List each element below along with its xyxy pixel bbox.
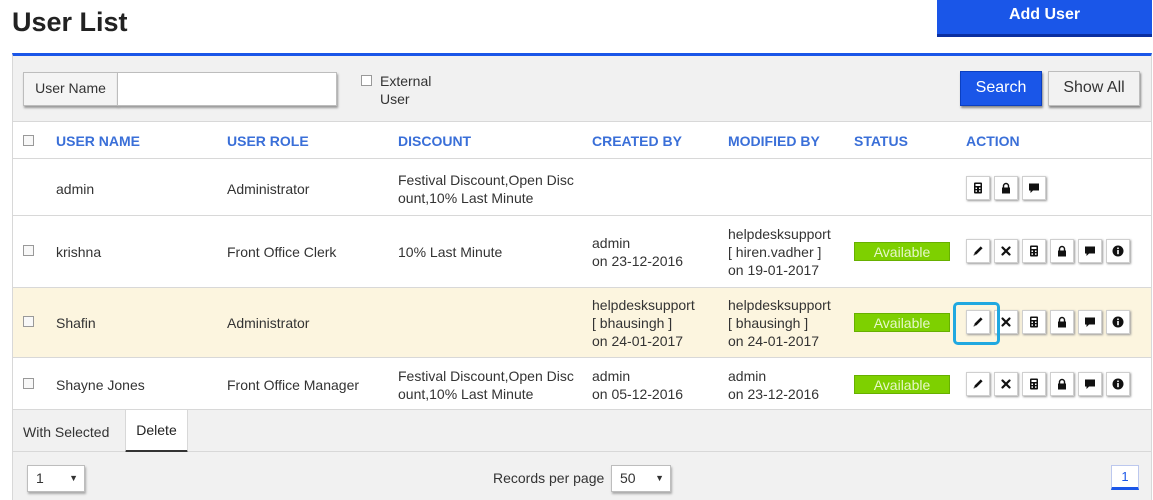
calculator-icon[interactable] bbox=[1022, 239, 1046, 263]
modified-by: admin on 23-12-2016 bbox=[728, 368, 820, 402]
row-checkbox[interactable] bbox=[23, 378, 34, 389]
user-name: Shafin bbox=[56, 315, 96, 331]
row-checkbox[interactable] bbox=[23, 316, 34, 327]
pencil-icon[interactable] bbox=[966, 239, 990, 263]
user-role: Administrator bbox=[227, 315, 310, 331]
lock-icon[interactable] bbox=[1050, 239, 1074, 263]
filter-bar: User Name External User Search Show All bbox=[13, 56, 1151, 122]
info-icon[interactable] bbox=[1106, 372, 1130, 396]
username-label: User Name bbox=[23, 72, 118, 106]
row-actions bbox=[966, 239, 1130, 263]
status-badge: Available bbox=[854, 375, 950, 394]
created-by: helpdesksupport[ bhausingh ] on 24-01-201… bbox=[592, 297, 695, 349]
row-actions bbox=[966, 176, 1046, 200]
calculator-icon[interactable] bbox=[966, 176, 990, 200]
user-list-panel: User Name External User Search Show All … bbox=[12, 53, 1152, 500]
page-number-button[interactable]: 1 bbox=[1111, 465, 1139, 490]
pencil-icon[interactable] bbox=[966, 372, 990, 396]
user-role: Front Office Clerk bbox=[227, 244, 337, 260]
col-created-by[interactable]: CREATED BY bbox=[592, 133, 682, 149]
created-by: admin on 23-12-2016 bbox=[592, 235, 684, 269]
username-input[interactable] bbox=[117, 72, 337, 106]
search-button[interactable]: Search bbox=[960, 71, 1042, 106]
records-per-page-select[interactable]: 50 ▼ bbox=[611, 465, 671, 492]
col-discount[interactable]: DISCOUNT bbox=[398, 133, 471, 149]
comment-icon[interactable] bbox=[1022, 176, 1046, 200]
modified-by: helpdesksupport[ hiren.vadher ] on 19-01-… bbox=[728, 226, 831, 278]
table-row: Shayne Jones Front Office Manager Festiv… bbox=[13, 358, 1151, 410]
delete-selected-button[interactable]: Delete bbox=[125, 410, 188, 453]
user-name: Shayne Jones bbox=[56, 377, 145, 393]
comment-icon[interactable] bbox=[1078, 372, 1102, 396]
calculator-icon[interactable] bbox=[1022, 372, 1046, 396]
info-icon[interactable] bbox=[1106, 310, 1130, 334]
delete-icon[interactable] bbox=[994, 239, 1018, 263]
discount: 10% Last Minute bbox=[398, 244, 503, 260]
col-user-name[interactable]: USER NAME bbox=[56, 133, 140, 149]
page-select[interactable]: 1 ▼ bbox=[27, 465, 85, 492]
created-by: admin on 05-12-2016 bbox=[592, 368, 684, 402]
col-modified-by[interactable]: MODIFIED BY bbox=[728, 133, 820, 149]
table-row: krishna Front Office Clerk 10% Last Minu… bbox=[13, 216, 1151, 288]
user-name: krishna bbox=[56, 244, 102, 260]
external-user-checkbox[interactable] bbox=[361, 75, 372, 86]
lock-icon[interactable] bbox=[1050, 372, 1074, 396]
comment-icon[interactable] bbox=[1078, 310, 1102, 334]
pagination-bar: 1 ▼ Records per page 50 ▼ 1 bbox=[13, 452, 1151, 500]
with-selected-label: With Selected bbox=[23, 424, 110, 440]
edit-focus-highlight bbox=[953, 302, 1000, 345]
col-status[interactable]: STATUS bbox=[854, 133, 908, 149]
show-all-button[interactable]: Show All bbox=[1048, 71, 1140, 106]
discount: Festival Discount,Open Disc ount,10% Last… bbox=[398, 172, 574, 206]
comment-icon[interactable] bbox=[1078, 239, 1102, 263]
lock-icon[interactable] bbox=[1050, 310, 1074, 334]
chevron-down-icon: ▼ bbox=[69, 473, 78, 483]
calculator-icon[interactable] bbox=[1022, 310, 1046, 334]
user-role: Administrator bbox=[227, 181, 310, 197]
select-all-checkbox[interactable] bbox=[23, 135, 34, 146]
table-header: USER NAME USER ROLE DISCOUNT CREATED BY … bbox=[13, 122, 1151, 159]
row-checkbox[interactable] bbox=[23, 245, 34, 256]
records-per-page-label: Records per page bbox=[493, 470, 605, 486]
status-badge: Available bbox=[854, 242, 950, 261]
modified-by: helpdesksupport[ bhausingh ] on 24-01-201… bbox=[728, 297, 831, 349]
delete-icon[interactable] bbox=[994, 372, 1018, 396]
status-badge: Available bbox=[854, 313, 950, 332]
info-icon[interactable] bbox=[1106, 239, 1130, 263]
bulk-action-bar: With Selected Delete bbox=[13, 410, 1151, 453]
lock-icon[interactable] bbox=[994, 176, 1018, 200]
user-role: Front Office Manager bbox=[227, 377, 360, 393]
col-action: ACTION bbox=[966, 133, 1020, 149]
table-row: admin Administrator Festival Discount,Op… bbox=[13, 159, 1151, 216]
discount: Festival Discount,Open Disc ount,10% Last… bbox=[398, 368, 574, 402]
chevron-down-icon: ▼ bbox=[655, 473, 664, 483]
add-user-button[interactable]: Add User bbox=[937, 0, 1152, 37]
page-title: User List bbox=[12, 7, 128, 37]
row-actions bbox=[966, 372, 1130, 396]
user-name: admin bbox=[56, 181, 95, 197]
col-user-role[interactable]: USER ROLE bbox=[227, 133, 309, 149]
external-user-label: External User bbox=[380, 73, 432, 107]
